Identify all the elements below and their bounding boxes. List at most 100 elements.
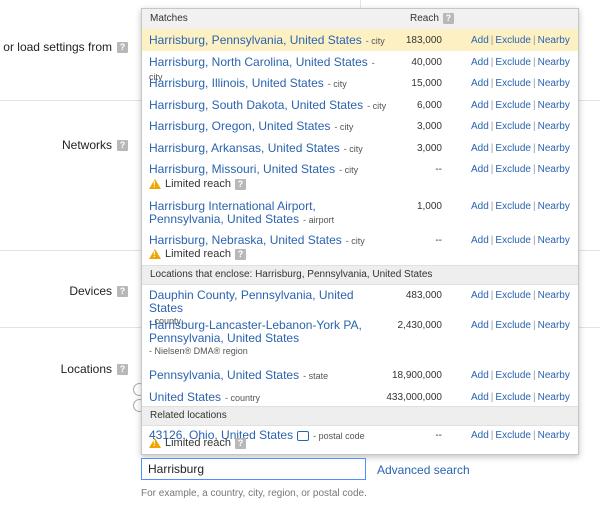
location-suggestion-row[interactable]: Pennsylvania, United States - state 18,900… [142,364,578,386]
location-suggestion-row[interactable]: Harrisburg, Arkansas, United States - cit… [142,137,578,158]
location-name[interactable]: Harrisburg, South Dakota, United States -… [149,99,389,113]
nearby-link[interactable]: Nearby [538,35,570,46]
row-actions: Add | Exclude | Nearby [471,392,570,403]
separator: | [490,430,494,441]
exclude-link[interactable]: Exclude [495,290,531,301]
location-suggestion-row[interactable]: Harrisburg, Missouri, United States - cit… [142,158,578,195]
separator: | [532,143,536,154]
locations-label: Locations ? [0,362,128,376]
nearby-link[interactable]: Nearby [538,201,570,212]
location-suggestion-row[interactable]: Harrisburg International Airport, Pennsy… [142,195,578,229]
location-suggestion-row[interactable]: Dauphin County, Pennsylvania, United Sta… [142,284,578,327]
separator: | [532,57,536,68]
limited-reach-notice: Limited reach? [149,178,247,190]
location-name[interactable]: Harrisburg-Lancaster-Lebanon-York PA, Pe… [149,319,389,357]
reach-value: 3,000 [416,121,442,132]
location-name[interactable]: Harrisburg, Oregon, United States - city [149,120,389,134]
help-icon[interactable]: ? [235,437,247,449]
separator: | [532,164,536,175]
section-header: Locations that enclose: Harrisburg, Penn… [142,265,578,285]
location-suggestion-row[interactable]: Harrisburg, Illinois, United States - cit… [142,72,578,94]
nearby-link[interactable]: Nearby [538,78,570,89]
add-link[interactable]: Add [471,201,489,212]
location-name[interactable]: Harrisburg International Airport, Pennsy… [149,200,389,227]
exclude-link[interactable]: Exclude [495,370,531,381]
nearby-link[interactable]: Nearby [538,370,570,381]
nearby-link[interactable]: Nearby [538,430,570,441]
nearby-link[interactable]: Nearby [538,57,570,68]
exclude-link[interactable]: Exclude [495,100,531,111]
reach-value: 183,000 [405,35,442,46]
add-link[interactable]: Add [471,290,489,301]
warning-icon [149,249,161,259]
location-search-input[interactable] [141,458,366,480]
location-suggestion-row[interactable]: Harrisburg, North Carolina, United State… [142,51,578,83]
location-suggestion-row[interactable]: Harrisburg, Nebraska, United States - cit… [142,229,578,265]
advanced-search-link[interactable]: Advanced search [377,463,470,477]
location-name[interactable]: Pennsylvania, United States - state [149,369,389,383]
location-name[interactable]: Harrisburg, Arkansas, United States - cit… [149,142,389,156]
location-suggestion-row[interactable]: 43126, Ohio, United States - postal code -… [142,424,578,454]
exclude-link[interactable]: Exclude [495,164,531,175]
separator: | [490,370,494,381]
location-suggestion-row[interactable]: Harrisburg, Oregon, United States - city 3… [142,115,578,137]
reach-value: 483,000 [405,290,442,301]
separator: | [490,57,494,68]
help-icon[interactable]: ? [117,363,128,375]
location-suggestion-row[interactable]: United States - country 433,000,000 Add | Exc… [142,386,578,406]
separator: | [532,392,536,403]
location-suggestion-row[interactable]: Harrisburg, South Dakota, United States -… [142,94,578,115]
exclude-link[interactable]: Exclude [495,57,531,68]
location-suggestion-row[interactable]: Harrisburg-Lancaster-Lebanon-York PA, Pe… [142,314,578,364]
add-link[interactable]: Add [471,121,489,132]
add-link[interactable]: Add [471,430,489,441]
location-name[interactable]: Harrisburg, Missouri, United States - cit… [149,163,389,177]
add-link[interactable]: Add [471,100,489,111]
nearby-link[interactable]: Nearby [538,320,570,331]
exclude-link[interactable]: Exclude [495,235,531,246]
exclude-link[interactable]: Exclude [495,143,531,154]
help-icon[interactable]: ? [117,139,128,151]
exclude-link[interactable]: Exclude [495,78,531,89]
exclude-link[interactable]: Exclude [495,121,531,132]
location-name[interactable]: Harrisburg, Pennsylvania, United States -… [149,34,389,48]
add-link[interactable]: Add [471,235,489,246]
add-link[interactable]: Add [471,320,489,331]
add-link[interactable]: Add [471,57,489,68]
row-actions: Add | Exclude | Nearby [471,370,570,381]
location-name[interactable]: United States - country [149,391,389,405]
location-name[interactable]: Harrisburg, Nebraska, United States - cit… [149,234,389,248]
separator: | [490,121,494,132]
exclude-link[interactable]: Exclude [495,201,531,212]
reach-value: 6,000 [416,100,442,111]
row-actions: Add | Exclude | Nearby [471,201,570,212]
location-name[interactable]: Harrisburg, Illinois, United States - cit… [149,77,389,91]
add-link[interactable]: Add [471,370,489,381]
exclude-link[interactable]: Exclude [495,320,531,331]
nearby-link[interactable]: Nearby [538,164,570,175]
nearby-link[interactable]: Nearby [538,235,570,246]
help-icon[interactable]: ? [235,248,247,260]
add-link[interactable]: Add [471,78,489,89]
location-suggestion-row[interactable]: Harrisburg, Pennsylvania, United States -… [142,29,578,51]
exclude-link[interactable]: Exclude [495,35,531,46]
add-link[interactable]: Add [471,143,489,154]
reach-value: -- [435,430,442,441]
add-link[interactable]: Add [471,164,489,175]
location-type: - city [339,165,359,175]
nearby-link[interactable]: Nearby [538,392,570,403]
add-link[interactable]: Add [471,35,489,46]
nearby-link[interactable]: Nearby [538,100,570,111]
row-actions: Add | Exclude | Nearby [471,121,570,132]
help-icon[interactable]: ? [117,285,128,297]
nearby-link[interactable]: Nearby [538,290,570,301]
add-link[interactable]: Add [471,392,489,403]
nearby-link[interactable]: Nearby [538,143,570,154]
exclude-link[interactable]: Exclude [495,430,531,441]
exclude-link[interactable]: Exclude [495,392,531,403]
comment-icon [297,430,310,441]
nearby-link[interactable]: Nearby [538,121,570,132]
help-icon[interactable]: ? [235,178,247,190]
help-icon[interactable]: ? [117,41,128,53]
help-icon[interactable]: ? [442,13,454,24]
